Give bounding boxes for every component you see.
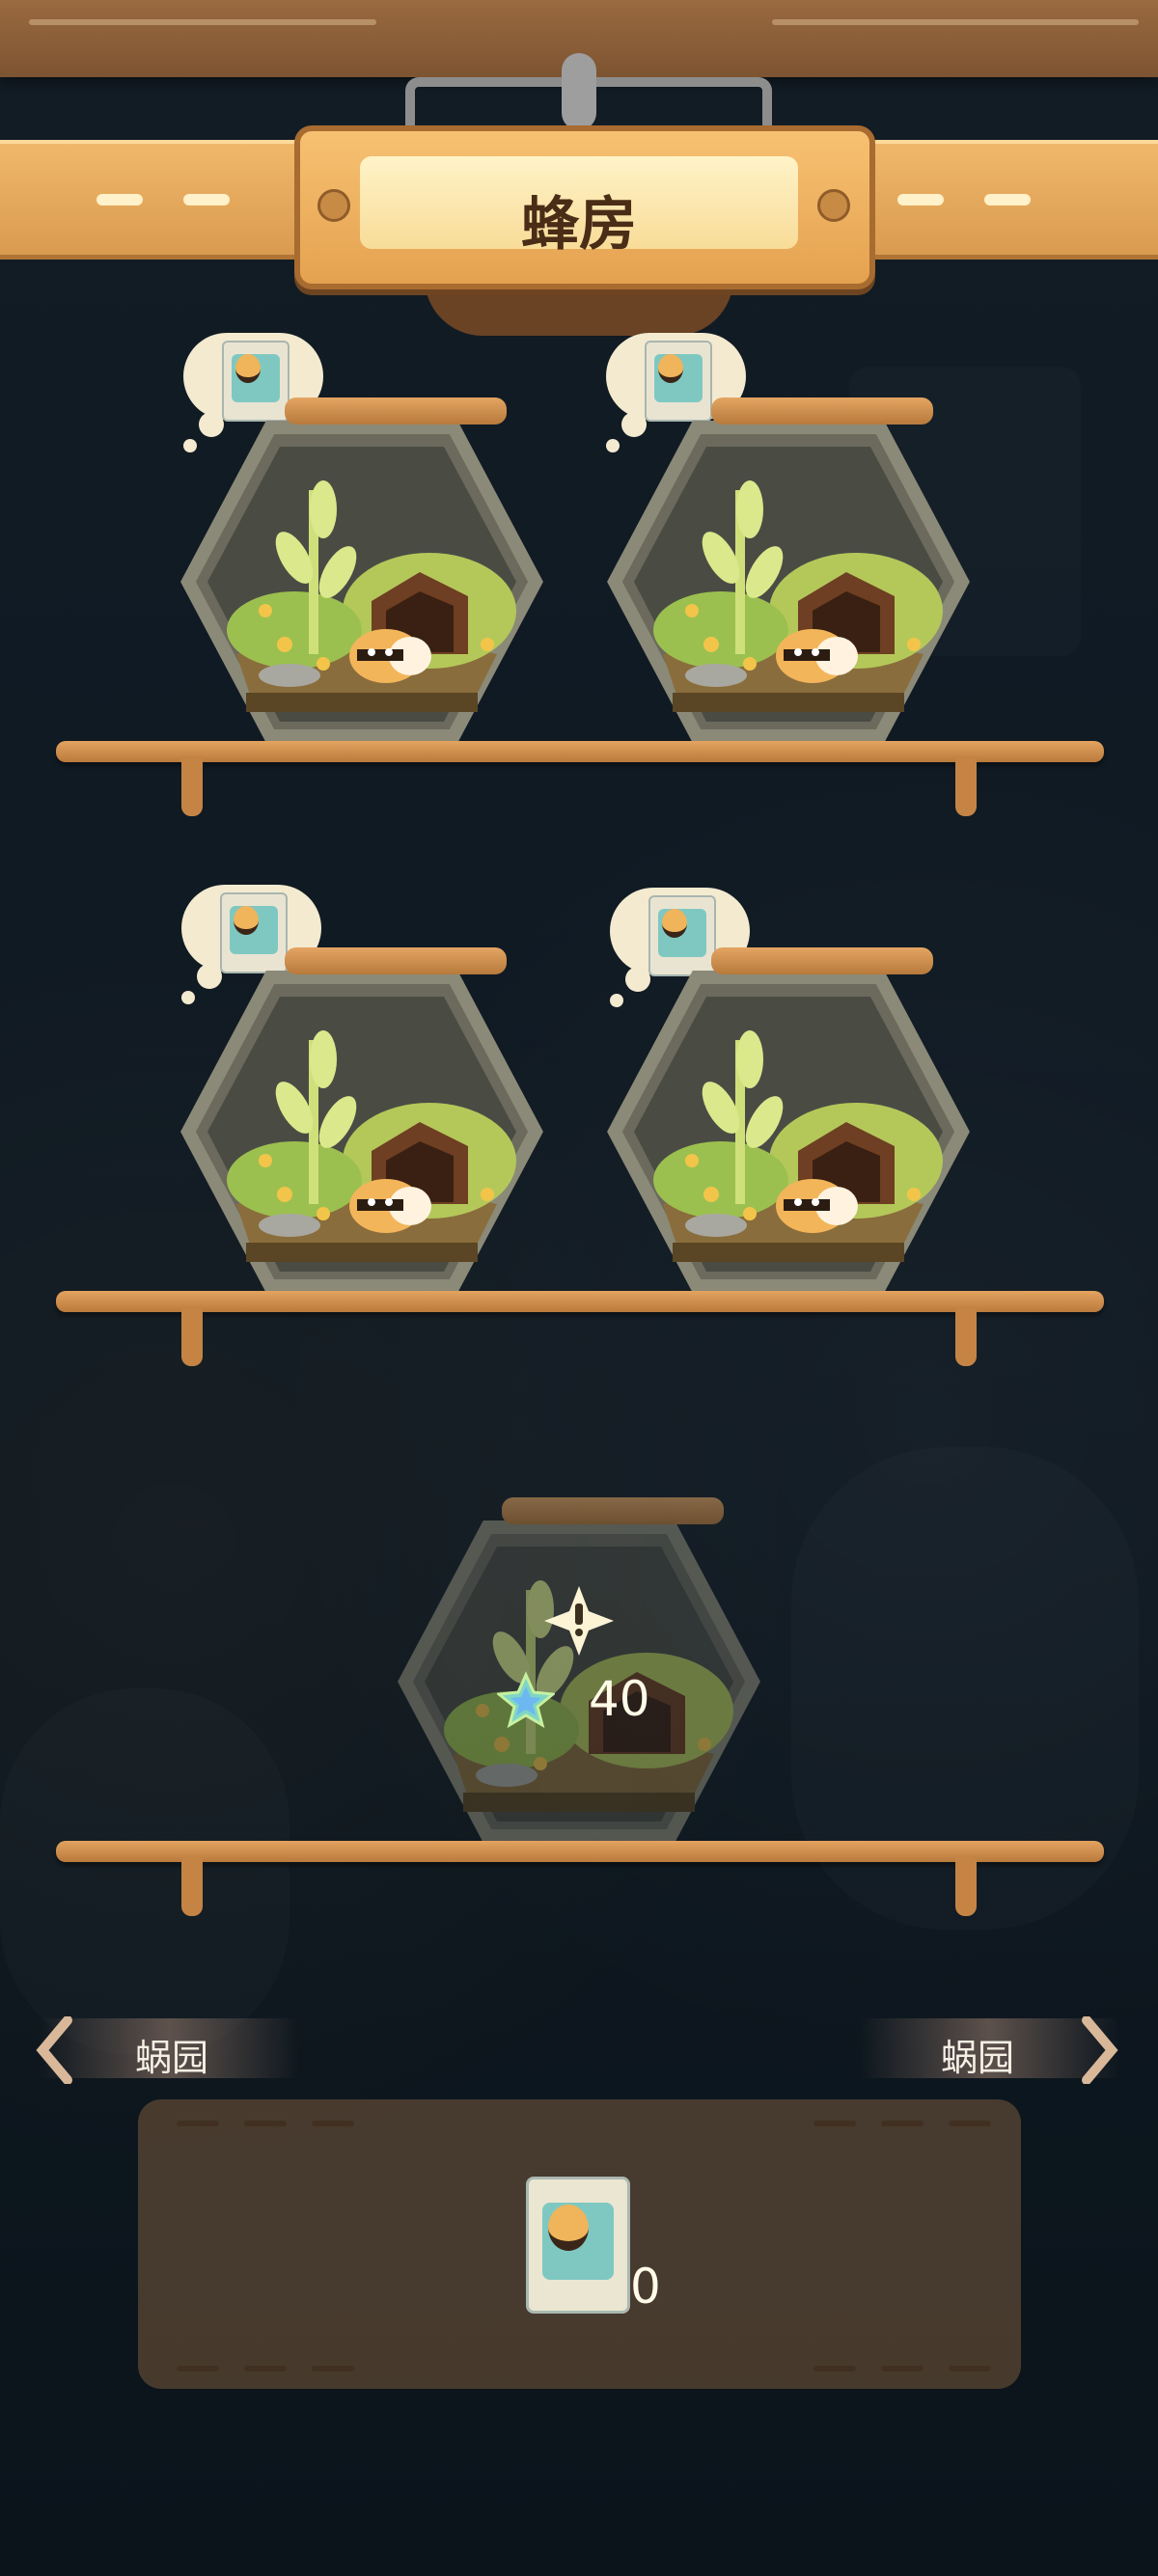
panel-stitch <box>881 2121 924 2126</box>
panel-stitch <box>949 2121 991 2126</box>
terrarium-slot-4[interactable] <box>605 947 972 1301</box>
next-area-label: 蜗园 <box>941 2037 1015 2079</box>
prev-area-button[interactable]: 蜗园 <box>39 2018 299 2079</box>
panel-stitch <box>177 2366 219 2371</box>
shelf-bracket <box>955 758 977 816</box>
strap-stitch <box>897 194 944 206</box>
page-title: 蜂房 <box>521 191 637 259</box>
jar-lid <box>711 947 933 974</box>
title-panel: 蜂房 <box>360 156 798 259</box>
top-bar-stitch <box>29 19 376 25</box>
panel-stitch <box>244 2366 287 2371</box>
chevron-left-icon[interactable] <box>35 2016 73 2084</box>
top-bar-stitch <box>772 19 1139 25</box>
terrarium-slot-1[interactable] <box>179 397 545 751</box>
terrarium-slot-3[interactable] <box>179 947 545 1301</box>
item-count: 0 <box>630 2259 661 2315</box>
shelf-bracket <box>955 1858 977 1916</box>
sign-hook <box>562 53 596 130</box>
title-sign: 蜂房 <box>294 125 875 289</box>
terrarium-slot-locked[interactable] <box>396 1497 762 1850</box>
panel-stitch <box>312 2121 354 2126</box>
panel-stitch <box>177 2121 219 2126</box>
strap-stitch <box>183 194 230 206</box>
shelf-bracket <box>181 1308 203 1366</box>
bee-food-pack-icon[interactable] <box>526 2177 630 2314</box>
strap-stitch <box>96 194 143 206</box>
shelf-bracket <box>181 758 203 816</box>
rivet-icon <box>317 189 350 222</box>
star-gem-icon <box>497 1671 555 1729</box>
prev-area-label: 蜗园 <box>135 2037 209 2079</box>
jar-lid <box>285 947 507 974</box>
jar-lid <box>285 397 507 425</box>
inventory-panel: 0 <box>138 2099 1021 2389</box>
shelf-3 <box>56 1841 1104 1862</box>
chevron-right-icon[interactable] <box>1081 2016 1119 2084</box>
unlock-sparkle-icon <box>544 1586 614 1656</box>
shelf-2 <box>56 1291 1104 1312</box>
shelf-bracket <box>181 1858 203 1916</box>
panel-stitch <box>244 2121 287 2126</box>
panel-stitch <box>813 2366 856 2371</box>
shelf-bracket <box>955 1308 977 1366</box>
jar-lid <box>711 397 933 425</box>
hive-silhouette <box>0 1688 290 2055</box>
panel-stitch <box>813 2121 856 2126</box>
shelf-1 <box>56 741 1104 762</box>
rivet-icon <box>817 189 850 222</box>
strap-stitch <box>984 194 1031 206</box>
unlock-cost: 40 <box>589 1671 650 1727</box>
jar-lid <box>502 1497 724 1524</box>
panel-stitch <box>312 2366 354 2371</box>
panel-stitch <box>949 2366 991 2371</box>
terrarium-slot-2[interactable] <box>605 397 972 751</box>
panel-stitch <box>881 2366 924 2371</box>
